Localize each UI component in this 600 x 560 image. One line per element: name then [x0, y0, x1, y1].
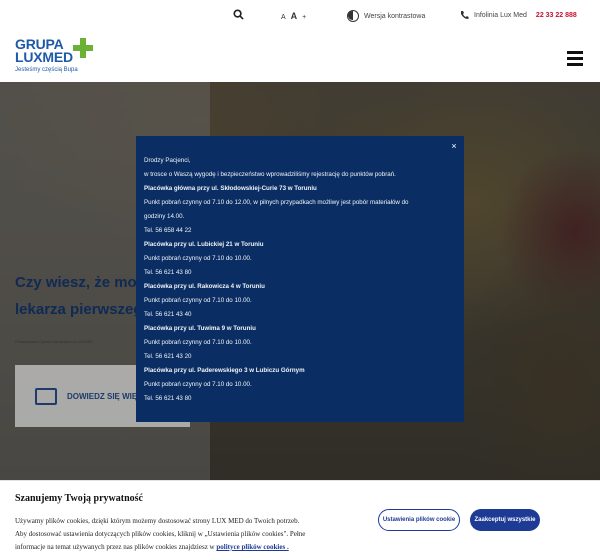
phone-icon	[461, 11, 469, 19]
font-decrease-button[interactable]: A	[281, 14, 286, 21]
modal-location-heading: Placówka przy ul. Rakowicza 4 w Toruniu	[144, 283, 265, 290]
modal-text-line: Tel. 56 658 44 22	[144, 227, 192, 234]
hotline[interactable]: Infolinia Lux Med 22 33 22 888	[460, 10, 577, 20]
blood-draw-info-modal: Drodzy Pacjenci, w trosce o Waszą wygodę …	[136, 136, 464, 422]
luxmed-logo[interactable]: GRUPA LUXMED Jesteśmy częścią Bupa	[15, 34, 105, 82]
site-header: GRUPA LUXMED Jesteśmy częścią Bupa	[0, 34, 600, 82]
modal-text-line: Tel. 56 621 43 40	[144, 311, 192, 318]
contrast-label: Wersja kontrastowa	[364, 12, 426, 20]
accept-all-cookies-button[interactable]: Zaakceptuj wszystkie	[470, 509, 540, 531]
font-plus-button[interactable]: +	[302, 14, 306, 21]
modal-location-heading: Placówka przy ul. Lubickiej 21 w Toruniu	[144, 241, 264, 248]
modal-location-heading: Placówka główna przy ul. Skłodowskiej-Cu…	[144, 185, 317, 192]
modal-location-heading: Placówka przy ul. Tuwima 9 w Toruniu	[144, 325, 256, 332]
cookie-text-line-2: Aby dostosować ustawienia dotyczących pl…	[15, 530, 306, 538]
modal-text-line: Punkt pobrań czynny od 7.10 do 10.00.	[144, 297, 252, 304]
modal-text-line: Drodzy Pacjenci,	[144, 157, 191, 164]
cookie-text-line-3: informacje na temat używanych przez nas …	[15, 541, 360, 554]
modal-text-line: Punkt pobrań czynny od 7.10 do 10.00.	[144, 381, 252, 388]
hotline-label: Infolinia Lux Med	[474, 11, 527, 19]
modal-text-line: Tel. 56 621 43 80	[144, 269, 192, 276]
learn-more-label: DOWIEDZ SIĘ WIĘC	[67, 392, 143, 401]
modal-text-line: Punkt pobrań czynny od 7.10 do 10.00.	[144, 339, 252, 346]
modal-text-line: Punkt pobrań czynny od 7.10 do 10.00.	[144, 255, 252, 262]
hamburger-menu-icon[interactable]	[567, 51, 583, 66]
hero-caption: Podstawowa Opieka Zdrowotna w LUXMED	[15, 339, 94, 344]
search-icon[interactable]	[233, 9, 244, 20]
contrast-icon	[347, 10, 359, 22]
cookie-title: Szanujemy Twoją prywatność	[15, 493, 143, 504]
logo-line-2: LUXMED	[15, 49, 73, 65]
modal-text-line: w trosce o Waszą wygodę i bezpieczeństwo…	[144, 171, 396, 178]
cookie-banner: Szanujemy Twoją prywatność Używamy plikó…	[0, 480, 600, 560]
cookie-text: Używamy plików cookies, dzięki którym mo…	[15, 515, 360, 554]
modal-text-line: godziny 14.00.	[144, 213, 185, 220]
modal-text-line: Punkt pobrań czynny od 7.10 do 12.00, w …	[144, 199, 409, 206]
modal-text-line: Tel. 56 621 43 20	[144, 353, 192, 360]
logo-tagline: Jesteśmy częścią Bupa	[15, 67, 78, 73]
font-size-controls: A A +	[281, 11, 306, 21]
contrast-toggle[interactable]: Wersja kontrastowa	[347, 10, 425, 22]
cookie-settings-button[interactable]: Ustawienia plików cookie	[378, 509, 460, 531]
hotline-number[interactable]: 22 33 22 888	[536, 12, 577, 19]
modal-location-heading: Placówka przy ul. Paderewskiego 3 w Lubi…	[144, 367, 305, 374]
top-utility-bar: A A + Wersja kontrastowa Infolinia Lux M…	[0, 0, 600, 34]
medical-cross-icon	[73, 38, 93, 58]
modal-text-line: Tel. 56 621 43 80	[144, 395, 192, 402]
cookie-policy-link[interactable]: polityce plików cookies .	[216, 543, 288, 551]
font-increase-button[interactable]: A	[291, 11, 298, 21]
cookie-text-line-3-prefix: informacje na temat używanych przez nas …	[15, 543, 215, 551]
cookie-text-line-1: Używamy plików cookies, dzięki którym mo…	[15, 517, 300, 525]
computer-icon	[35, 388, 57, 405]
close-icon[interactable]: ×	[448, 140, 460, 152]
